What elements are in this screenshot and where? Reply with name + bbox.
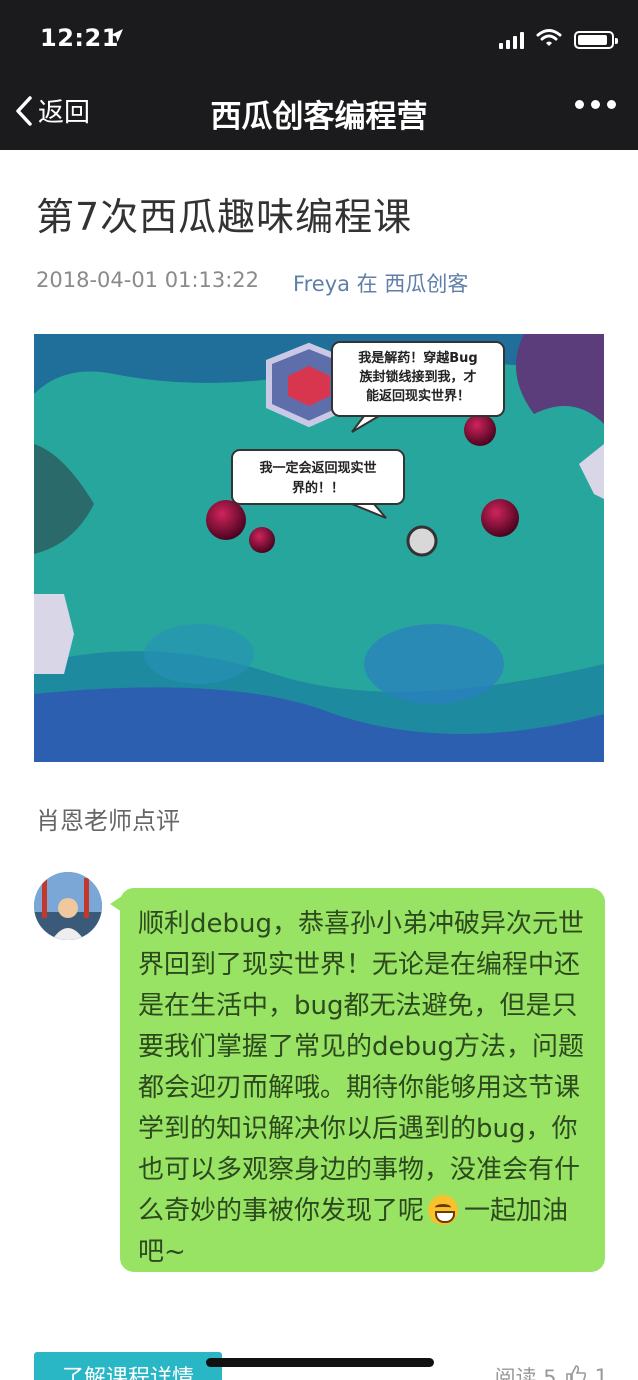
article-author-link[interactable]: Freya 在 西瓜创客 (293, 268, 468, 298)
more-dots-icon[interactable] (575, 100, 616, 109)
review-comment-main: 顺利debug，恭喜孙小弟冲破异次元世界回到了现实世界！无论是在编程中还是在生活… (138, 909, 584, 1226)
speech-bubble-1-line-2: 族封锁线接到我，才 (359, 369, 476, 385)
article-meta: 2018-04-01 01:13:22 Freya 在 西瓜创客 (36, 268, 468, 298)
speech-bubble-1-line-1: 我是解药！穿越Bug (358, 350, 477, 366)
location-arrow-icon (110, 28, 124, 48)
review-comment-text: 顺利debug，恭喜孙小弟冲破异次元世界回到了现实世界！无论是在编程中还是在生活… (138, 904, 589, 1273)
read-count: 阅读 5 (494, 1366, 557, 1380)
status-time: 12:21 (40, 24, 119, 52)
speech-bubble-2-line-1: 我一定会返回现实世 (259, 460, 376, 476)
review-label: 肖恩老师点评 (36, 807, 180, 835)
speech-bubble-2-line-2: 界的！！ (292, 480, 344, 496)
signal-icon (499, 31, 524, 49)
top-bar: 12:21 返回 西瓜创客编程营 (0, 0, 638, 150)
status-icons (499, 28, 618, 51)
wifi-icon (536, 28, 562, 51)
nav-title: 西瓜创客编程营 (210, 99, 428, 135)
back-button[interactable]: 返回 (14, 92, 90, 129)
read-stats: 阅读 5 1 (495, 1362, 608, 1380)
article-date: 2018-04-01 01:13:22 (36, 268, 260, 292)
like-count: 1 (594, 1365, 608, 1380)
course-detail-button[interactable]: 了解课程详情 (34, 1352, 222, 1380)
article-title: 第7次西瓜趣味编程课 (36, 195, 413, 239)
back-label: 返回 (38, 98, 91, 128)
speech-bubble-1-line-3: 能返回现实世界！ (366, 388, 470, 404)
battery-icon (574, 30, 618, 49)
avatar (34, 872, 102, 940)
chevron-left-icon (16, 95, 32, 126)
grin-emoji-icon (428, 1195, 459, 1225)
review-comment-bubble: 顺利debug，恭喜孙小弟冲破异次元世界回到了现实世界！无论是在编程中还是在生活… (110, 888, 605, 1273)
article-image: 我是解药！穿越Bug 族封锁线接到我，才 能返回现实世界！ 我一定会返回现实世 … (34, 334, 604, 762)
home-indicator (206, 1358, 434, 1367)
thumbs-up-icon[interactable] (565, 1364, 587, 1380)
